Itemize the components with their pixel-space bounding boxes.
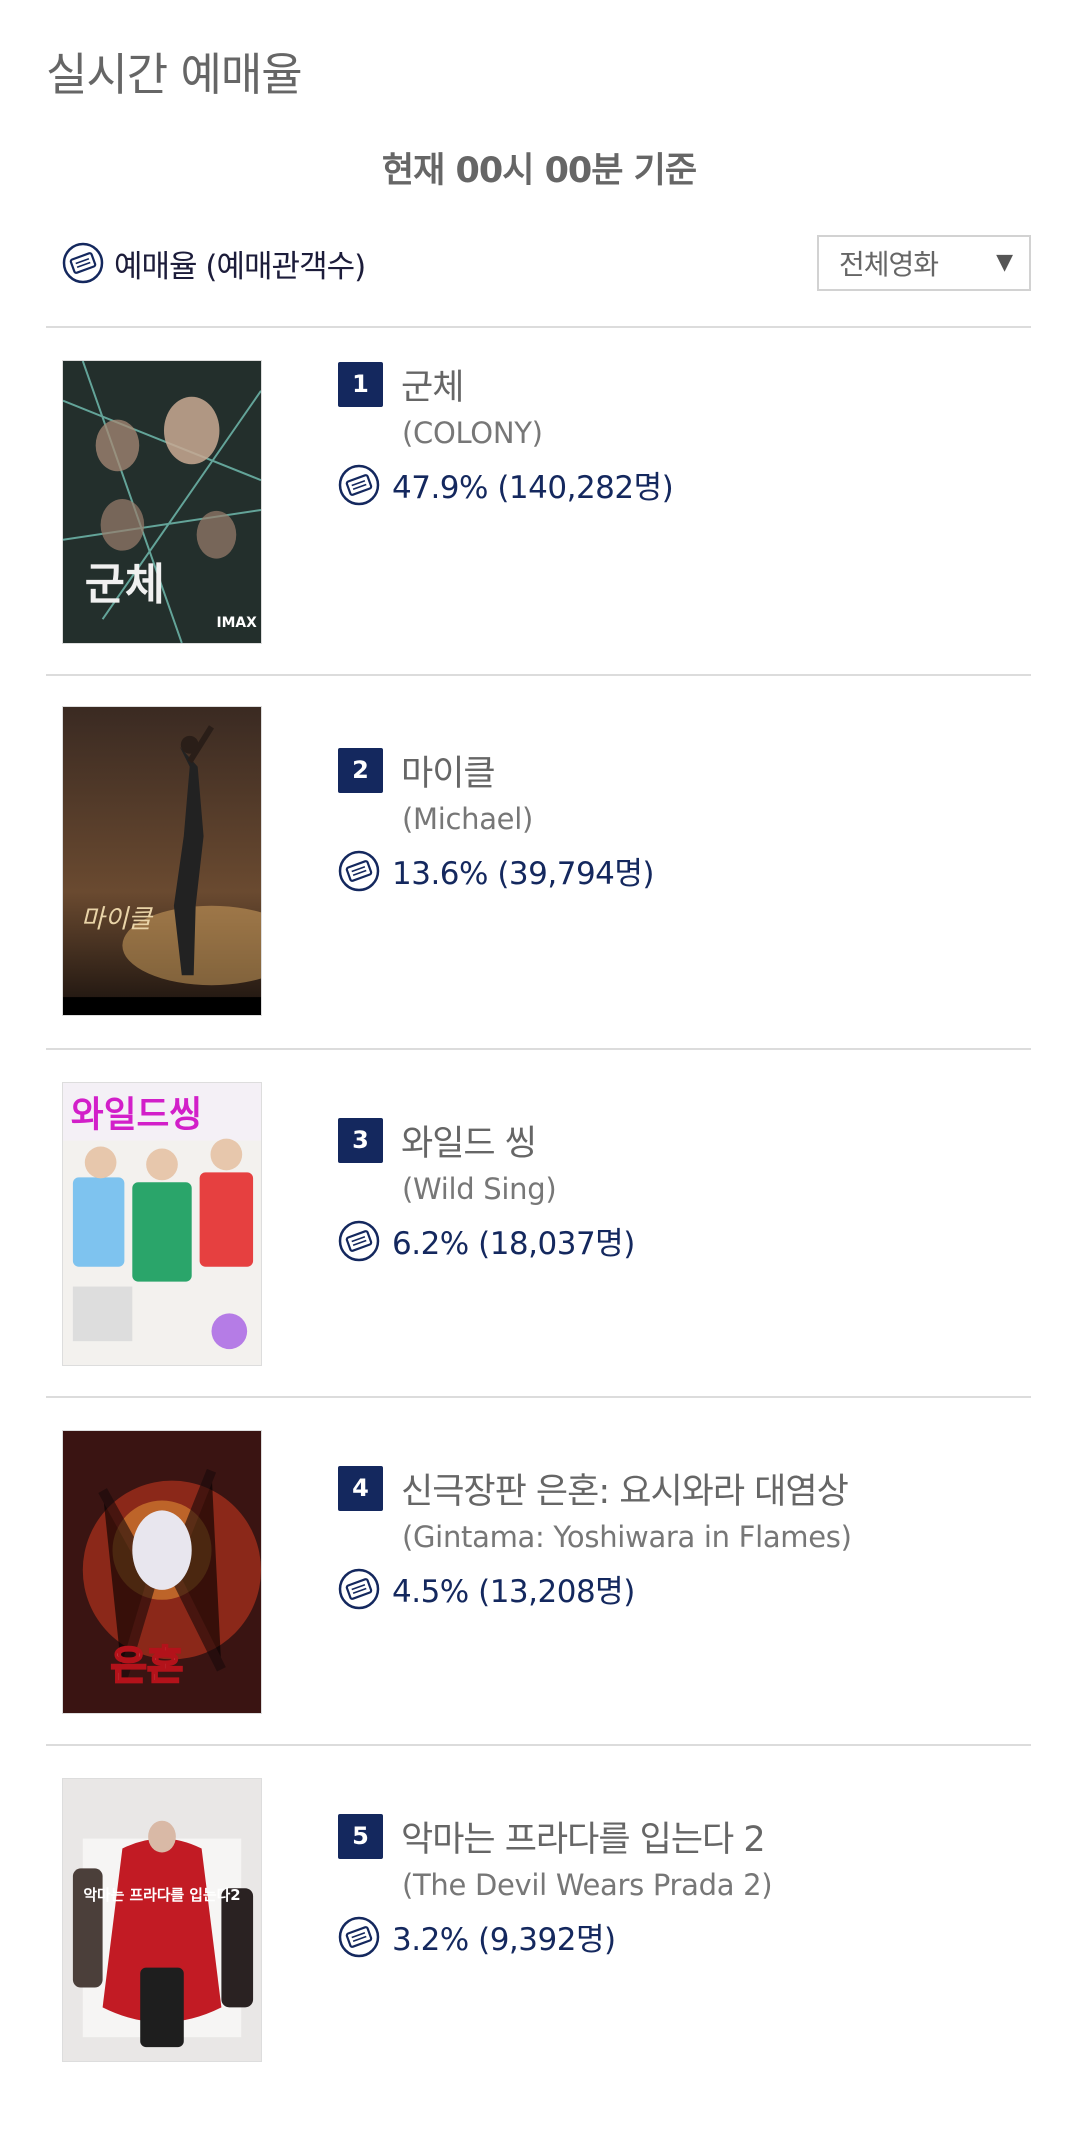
movie-info: 4 신극장판 은혼: 요시와라 대염상 (Gintama: Yoshiwara … <box>338 1464 852 1611</box>
movie-title[interactable]: 마이클 <box>401 745 496 796</box>
booking-rate: 13.6% (39,794명) <box>392 856 655 892</box>
ticket-icon <box>338 850 380 891</box>
movie-info: 1 군체 (COLONY) 47.9% (140,282명) <box>338 359 674 507</box>
booking-rate: 3.2% (9,392명) <box>392 1922 616 1958</box>
poster-badge-text: IMAX <box>216 615 257 631</box>
movie-info: 5 악마는 프라다를 입는다 2 (The Devil Wears Prada … <box>338 1811 773 1959</box>
movie-english-title: (The Devil Wears Prada 2) <box>402 1868 773 1902</box>
movie-title[interactable]: 와일드 씽 <box>401 1115 537 1166</box>
booking-rate: 6.2% (18,037명) <box>392 1226 635 1262</box>
movie-english-title: (Michael) <box>402 802 534 836</box>
movie-filter-value: 전체영화 <box>839 248 939 281</box>
movie-filter-select[interactable]: 전체영화 ▼ <box>817 235 1031 291</box>
movie-poster[interactable]: 마이클 <box>62 706 262 1016</box>
movie-info: 2 마이클 (Michael) 13.6% (39,794명) <box>338 745 655 893</box>
movie-poster[interactable]: 와일드씽 <box>62 1082 262 1366</box>
movie-title[interactable]: 악마는 프라다를 입는다 2 <box>401 1811 766 1862</box>
movie-poster[interactable]: 군체 IMAX <box>62 360 262 644</box>
divider <box>46 326 1031 328</box>
ticket-icon <box>338 1916 380 1957</box>
poster-title-text: 악마는 프라다를 입는다2 <box>83 1886 240 1904</box>
divider <box>46 1744 1031 1746</box>
movie-title[interactable]: 군체 <box>401 359 464 410</box>
poster-title-text: 은혼 <box>111 1643 184 1689</box>
poster-title-text: 군체 <box>85 560 165 610</box>
time-basis: 현재 00시 00분 기준 <box>381 151 697 191</box>
ticket-icon <box>338 1568 380 1609</box>
ticket-icon <box>62 242 104 284</box>
rank-badge: 4 <box>338 1465 383 1511</box>
movie-english-title: (Wild Sing) <box>402 1172 557 1206</box>
movie-english-title: (Gintama: Yoshiwara in Flames) <box>402 1520 852 1554</box>
chevron-down-icon: ▼ <box>996 250 1013 275</box>
ticket-icon <box>338 464 380 505</box>
divider <box>46 1048 1031 1050</box>
rank-badge: 1 <box>338 361 383 407</box>
rank-badge: 3 <box>338 1117 383 1163</box>
rank-badge: 5 <box>338 1813 383 1859</box>
box-office-page: 실시간 예매율 현재 00시 00분 기준 예매율 (예매관객수) 전체영화 ▼ <box>0 0 1078 2146</box>
rank-badge: 2 <box>338 747 383 793</box>
divider <box>46 1396 1031 1398</box>
movie-info: 3 와일드 씽 (Wild Sing) 6.2% (18,037명) <box>338 1116 635 1263</box>
poster-title-text: 와일드씽 <box>71 1095 202 1136</box>
divider <box>46 674 1031 676</box>
legend: 예매율 (예매관객수) <box>62 241 366 285</box>
movie-english-title: (COLONY) <box>402 416 543 450</box>
page-title: 실시간 예매율 <box>46 48 303 101</box>
movie-poster[interactable]: 은혼 <box>62 1430 262 1714</box>
booking-rate: 47.9% (140,282명) <box>392 470 674 506</box>
ticket-icon <box>338 1220 380 1261</box>
poster-title-text: 마이클 <box>81 905 154 935</box>
movie-poster[interactable]: 악마는 프라다를 입는다2 <box>62 1778 262 2062</box>
booking-rate: 4.5% (13,208명) <box>392 1574 635 1610</box>
movie-title[interactable]: 신극장판 은혼: 요시와라 대염상 <box>401 1463 849 1514</box>
legend-label: 예매율 (예매관객수) <box>114 248 366 285</box>
